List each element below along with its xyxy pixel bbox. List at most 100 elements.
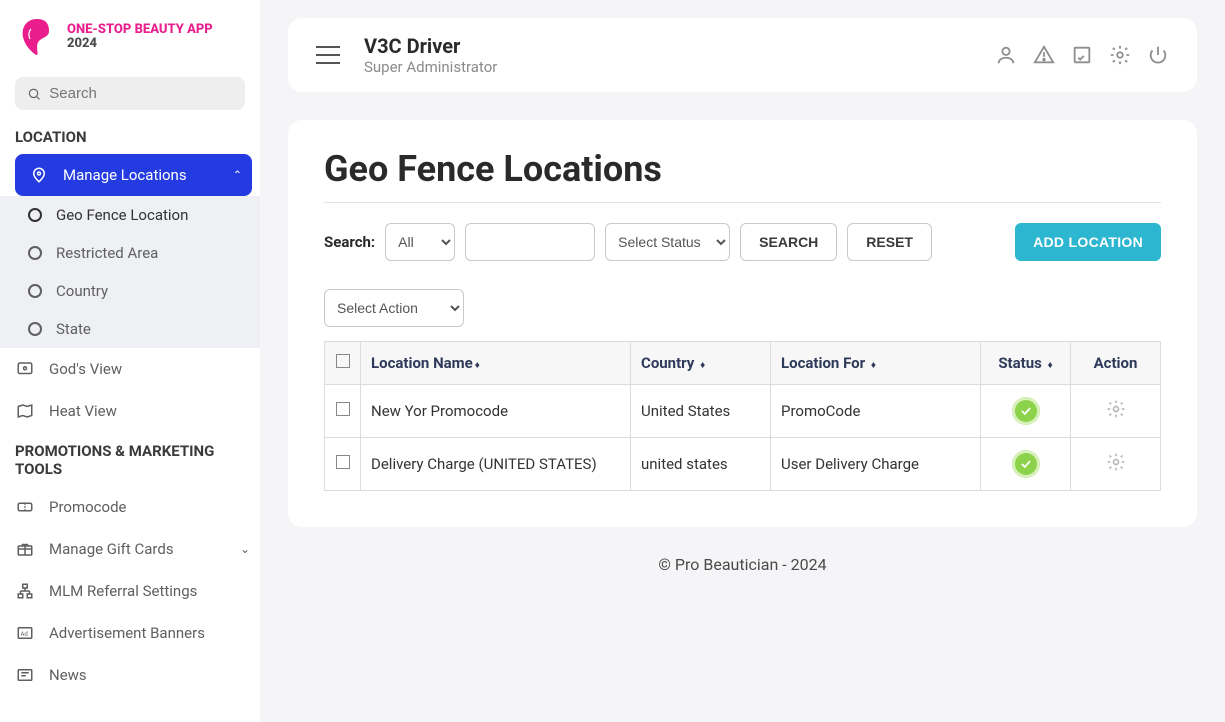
header-subtitle: Super Administrator xyxy=(364,58,497,76)
nav-label: God's View xyxy=(49,360,122,378)
divider xyxy=(324,202,1161,203)
nav-label: MLM Referral Settings xyxy=(49,582,197,600)
logo-text-1b: BEAUTY APP xyxy=(135,22,213,37)
logo: ONE-STOP BEAUTY APP 2024 xyxy=(0,15,260,71)
col-location-name[interactable]: Location Name♦ xyxy=(361,342,631,385)
nav-mlm[interactable]: MLM Referral Settings xyxy=(0,570,260,612)
row-action-gear-icon[interactable] xyxy=(1106,399,1126,419)
col-action: Action xyxy=(1071,342,1161,385)
circle-icon xyxy=(28,208,42,222)
section-location: LOCATION xyxy=(0,124,260,154)
circle-icon xyxy=(28,322,42,336)
news-icon xyxy=(15,665,35,685)
nav-restricted-area[interactable]: Restricted Area xyxy=(0,234,260,272)
logo-text-1a: ONE-STOP xyxy=(67,22,135,37)
nav-manage-locations[interactable]: Manage Locations ⌃ xyxy=(15,154,252,196)
cell-for: PromoCode xyxy=(771,385,981,438)
reset-button[interactable]: RESET xyxy=(847,223,932,261)
sort-icon: ♦ xyxy=(475,360,480,371)
table-row: New Yor Promocode United States PromoCod… xyxy=(325,385,1161,438)
nav-gods-view[interactable]: God's View xyxy=(0,348,260,390)
nav-promocode[interactable]: Promocode xyxy=(0,486,260,528)
svg-text:Ad: Ad xyxy=(21,631,28,638)
col-checkbox xyxy=(325,342,361,385)
sidebar: ONE-STOP BEAUTY APP 2024 LOCATION Manage… xyxy=(0,0,260,722)
sitemap-icon xyxy=(15,581,35,601)
nav-geo-fence[interactable]: Geo Fence Location xyxy=(0,196,260,234)
select-all-checkbox[interactable] xyxy=(336,354,350,368)
col-location-for[interactable]: Location For ♦ xyxy=(771,342,981,385)
ticket-icon xyxy=(15,497,35,517)
gift-icon xyxy=(15,539,35,559)
cell-name: Delivery Charge (UNITED STATES) xyxy=(361,438,631,491)
nav-label: Country xyxy=(56,282,108,300)
content-card: Geo Fence Locations Search: All Select S… xyxy=(288,120,1197,527)
filter-all-select[interactable]: All xyxy=(385,223,455,261)
col-country[interactable]: Country ♦ xyxy=(631,342,771,385)
row-checkbox[interactable] xyxy=(336,455,350,469)
header-title-text: V3C Driver xyxy=(364,34,497,58)
nav-heat-view[interactable]: Heat View xyxy=(0,390,260,432)
search-icon xyxy=(27,86,41,102)
row-action-gear-icon[interactable] xyxy=(1106,452,1126,472)
nav-label: Advertisement Banners xyxy=(49,624,205,642)
nav-label: Geo Fence Location xyxy=(56,206,188,224)
circle-icon xyxy=(28,246,42,260)
map-icon xyxy=(15,401,35,421)
filter-row: Search: All Select Status SEARCH RESET A… xyxy=(324,223,1161,261)
user-icon[interactable] xyxy=(995,44,1017,66)
alert-icon[interactable] xyxy=(1033,44,1055,66)
sort-icon: ♦ xyxy=(1048,360,1053,371)
circle-icon xyxy=(28,284,42,298)
cell-for: User Delivery Charge xyxy=(771,438,981,491)
note-icon[interactable] xyxy=(1071,44,1093,66)
bulk-action-select[interactable]: Select Action xyxy=(324,289,464,327)
ad-icon: Ad xyxy=(15,623,35,643)
settings-icon[interactable] xyxy=(1109,44,1131,66)
sidebar-search[interactable] xyxy=(15,77,245,110)
footer: © Pro Beautician - 2024 xyxy=(288,555,1197,574)
sort-icon: ♦ xyxy=(871,360,876,371)
power-icon[interactable] xyxy=(1147,44,1169,66)
nav-label: Heat View xyxy=(49,402,117,420)
table-row: Delivery Charge (UNITED STATES) united s… xyxy=(325,438,1161,491)
hamburger-button[interactable] xyxy=(316,46,340,64)
logo-icon xyxy=(15,15,59,59)
header-title: V3C Driver Super Administrator xyxy=(364,34,497,76)
search-button[interactable]: SEARCH xyxy=(740,223,837,261)
page-title: Geo Fence Locations xyxy=(324,148,1161,190)
section-promotions: PROMOTIONS & MARKETING TOOLS xyxy=(0,432,260,486)
nav-label: Manage Locations xyxy=(63,166,187,184)
sort-icon: ♦ xyxy=(700,360,705,371)
add-location-button[interactable]: ADD LOCATION xyxy=(1015,223,1161,261)
status-active-icon[interactable] xyxy=(1012,450,1040,478)
row-checkbox[interactable] xyxy=(336,402,350,416)
chevron-up-icon: ⌃ xyxy=(233,169,242,182)
nav-label: News xyxy=(49,666,87,684)
nav-country[interactable]: Country xyxy=(0,272,260,310)
logo-text-2: 2024 xyxy=(67,37,213,51)
nav-label: Promocode xyxy=(49,498,126,516)
filter-text-input[interactable] xyxy=(465,223,595,261)
nav-ad-banners[interactable]: Ad Advertisement Banners xyxy=(0,612,260,654)
filter-status-select[interactable]: Select Status xyxy=(605,223,730,261)
cell-name: New Yor Promocode xyxy=(361,385,631,438)
nav-gift-cards[interactable]: Manage Gift Cards ⌄ xyxy=(0,528,260,570)
nav-state[interactable]: State xyxy=(0,310,260,348)
header-icons xyxy=(995,44,1169,66)
sidebar-search-input[interactable] xyxy=(49,85,233,102)
search-label: Search: xyxy=(324,233,375,251)
nav-label: Restricted Area xyxy=(56,244,158,262)
col-status[interactable]: Status ♦ xyxy=(981,342,1071,385)
status-active-icon[interactable] xyxy=(1012,397,1040,425)
map-pin-icon xyxy=(15,359,35,379)
nav-news[interactable]: News xyxy=(0,654,260,696)
cell-country: united states xyxy=(631,438,771,491)
nav-sub-manage-locations: Geo Fence Location Restricted Area Count… xyxy=(0,196,260,348)
cell-country: United States xyxy=(631,385,771,438)
main: V3C Driver Super Administrator Geo Fence… xyxy=(260,0,1225,722)
pin-icon xyxy=(29,165,49,185)
chevron-down-icon: ⌄ xyxy=(240,542,250,556)
nav-label: Manage Gift Cards xyxy=(49,540,174,558)
header-bar: V3C Driver Super Administrator xyxy=(288,18,1197,92)
